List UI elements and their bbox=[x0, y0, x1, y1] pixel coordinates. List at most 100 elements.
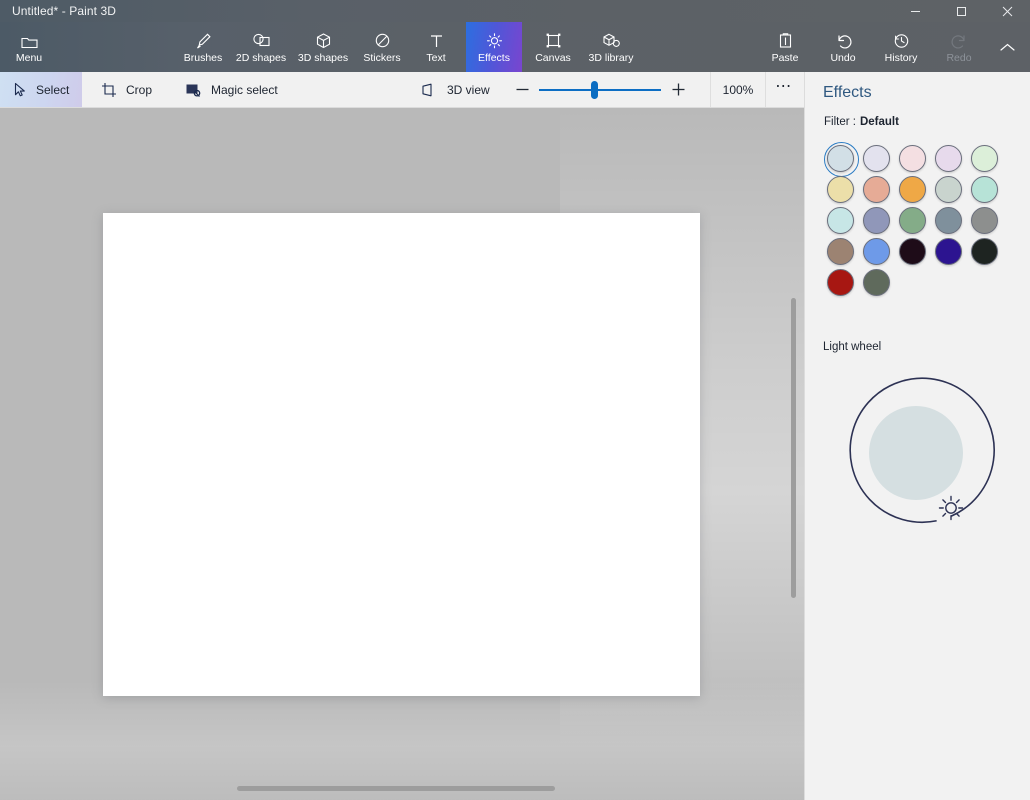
effect-swatch-cornflower[interactable] bbox=[863, 238, 890, 265]
swatch-color bbox=[827, 238, 854, 265]
ribbon-collapse-button[interactable] bbox=[990, 22, 1024, 72]
effect-swatch-olive-gray[interactable] bbox=[863, 269, 890, 296]
ribbon-label: 3D shapes bbox=[298, 52, 348, 64]
ribbon-item-redo[interactable]: Redo bbox=[934, 22, 984, 72]
effect-swatch-salmon[interactable] bbox=[863, 176, 890, 203]
redo-icon bbox=[950, 31, 969, 50]
tool-label: 3D view bbox=[447, 83, 490, 97]
drawing-canvas[interactable] bbox=[103, 213, 700, 696]
ribbon-item-effects[interactable]: Effects bbox=[466, 22, 522, 72]
effect-swatch-pale-sage[interactable] bbox=[935, 176, 962, 203]
effect-swatch-pale-mint[interactable] bbox=[971, 176, 998, 203]
swatch-color bbox=[971, 176, 998, 203]
zoom-slider[interactable] bbox=[539, 72, 661, 107]
swatch-color bbox=[827, 176, 854, 203]
zoom-out-button[interactable] bbox=[505, 72, 539, 107]
ribbon-item-paste[interactable]: Paste bbox=[760, 22, 810, 72]
ribbon-item-stickers[interactable]: Stickers bbox=[354, 22, 410, 72]
effect-swatch-charcoal[interactable] bbox=[971, 238, 998, 265]
effect-swatch-light-mauve[interactable] bbox=[935, 145, 962, 172]
effect-swatch-grid bbox=[827, 145, 1007, 296]
swatch-color bbox=[935, 145, 962, 172]
ribbon-item-canvas[interactable]: Canvas bbox=[526, 22, 580, 72]
ribbon-label: Canvas bbox=[535, 52, 571, 64]
ribbon-label: Stickers bbox=[363, 52, 400, 64]
brush-icon bbox=[194, 31, 213, 50]
swatch-color bbox=[863, 207, 890, 234]
ribbon-item-3d-shapes[interactable]: 3D shapes bbox=[292, 22, 354, 72]
swatch-color bbox=[971, 207, 998, 234]
effect-swatch-light-cyan[interactable] bbox=[827, 207, 854, 234]
text-icon bbox=[428, 31, 445, 50]
vertical-scrollbar[interactable] bbox=[791, 298, 796, 598]
ribbon-label: 2D shapes bbox=[236, 52, 286, 64]
ribbon-label: Redo bbox=[946, 52, 971, 64]
horizontal-scrollbar[interactable] bbox=[237, 786, 555, 791]
3d-view-icon bbox=[421, 83, 438, 97]
zoom-in-button[interactable] bbox=[661, 72, 695, 107]
tool-select[interactable]: Select bbox=[0, 72, 82, 107]
tool-magic-select[interactable]: Magic select bbox=[172, 72, 291, 107]
zoom-slider-track bbox=[539, 89, 661, 91]
filter-row: Filter : Default bbox=[824, 116, 899, 128]
ribbon-label: Effects bbox=[478, 52, 510, 64]
3d-shapes-icon bbox=[314, 31, 333, 50]
effect-swatch-pale-pink[interactable] bbox=[899, 145, 926, 172]
effect-swatch-ice-blue[interactable] bbox=[827, 145, 854, 172]
ribbon-item-menu[interactable]: Menu bbox=[6, 22, 52, 72]
panel-title: Effects bbox=[823, 84, 872, 102]
ribbon-label: Paste bbox=[772, 52, 799, 64]
tool-options-bar: Select Crop Magic select 3D view bbox=[0, 72, 804, 108]
ribbon-item-2d-shapes[interactable]: 2D shapes bbox=[230, 22, 292, 72]
effect-swatch-near-black[interactable] bbox=[899, 238, 926, 265]
maximize-button[interactable] bbox=[938, 0, 984, 22]
ribbon-label: 3D library bbox=[589, 52, 634, 64]
crop-icon bbox=[101, 82, 117, 98]
light-wheel[interactable] bbox=[831, 368, 1001, 538]
light-wheel-label: Light wheel bbox=[823, 341, 881, 353]
ribbon-label: History bbox=[885, 52, 918, 64]
zoom-controls bbox=[505, 72, 695, 107]
swatch-color bbox=[863, 269, 890, 296]
canvas-stage[interactable] bbox=[0, 108, 804, 800]
3d-library-icon bbox=[601, 31, 622, 50]
effect-swatch-dark-red[interactable] bbox=[827, 269, 854, 296]
tool-crop[interactable]: Crop bbox=[88, 72, 165, 107]
effect-swatch-taupe[interactable] bbox=[827, 238, 854, 265]
tool-label: Select bbox=[36, 83, 69, 97]
effect-swatch-pale-green[interactable] bbox=[971, 145, 998, 172]
swatch-color bbox=[863, 238, 890, 265]
swatch-color bbox=[935, 207, 962, 234]
effect-swatch-deep-indigo[interactable] bbox=[935, 238, 962, 265]
ribbon-item-text[interactable]: Text bbox=[410, 22, 462, 72]
effect-swatch-slate-blue[interactable] bbox=[935, 207, 962, 234]
swatch-color bbox=[827, 269, 854, 296]
effect-swatch-gray[interactable] bbox=[971, 207, 998, 234]
swatch-color bbox=[899, 207, 926, 234]
zoom-percentage[interactable]: 100% bbox=[710, 72, 766, 107]
ribbon-item-3d-library[interactable]: 3D library bbox=[580, 22, 642, 72]
effect-swatch-pale-lilac[interactable] bbox=[863, 145, 890, 172]
minimize-button[interactable] bbox=[892, 0, 938, 22]
ribbon-label: Menu bbox=[16, 52, 42, 64]
tool-3d-view[interactable]: 3D view bbox=[408, 72, 503, 107]
zoom-slider-thumb[interactable] bbox=[591, 81, 598, 99]
effect-swatch-periwinkle[interactable] bbox=[863, 207, 890, 234]
ribbon-item-brushes[interactable]: Brushes bbox=[176, 22, 230, 72]
swatch-color bbox=[899, 238, 926, 265]
ribbon-item-undo[interactable]: Undo bbox=[818, 22, 868, 72]
light-wheel-knob bbox=[869, 406, 963, 500]
effect-swatch-orange[interactable] bbox=[899, 176, 926, 203]
swatch-color bbox=[827, 207, 854, 234]
effects-icon bbox=[485, 31, 504, 50]
tool-label: Magic select bbox=[211, 83, 278, 97]
ribbon-item-history[interactable]: History bbox=[872, 22, 930, 72]
effect-swatch-pale-yellow[interactable] bbox=[827, 176, 854, 203]
more-options-button[interactable]: ⋯ bbox=[766, 72, 802, 107]
close-button[interactable] bbox=[984, 0, 1030, 22]
effect-swatch-sage-green[interactable] bbox=[899, 207, 926, 234]
swatch-color bbox=[935, 238, 962, 265]
paste-icon bbox=[777, 31, 794, 50]
filter-label: Filter : bbox=[824, 116, 856, 128]
window-title: Untitled* - Paint 3D bbox=[12, 4, 116, 18]
